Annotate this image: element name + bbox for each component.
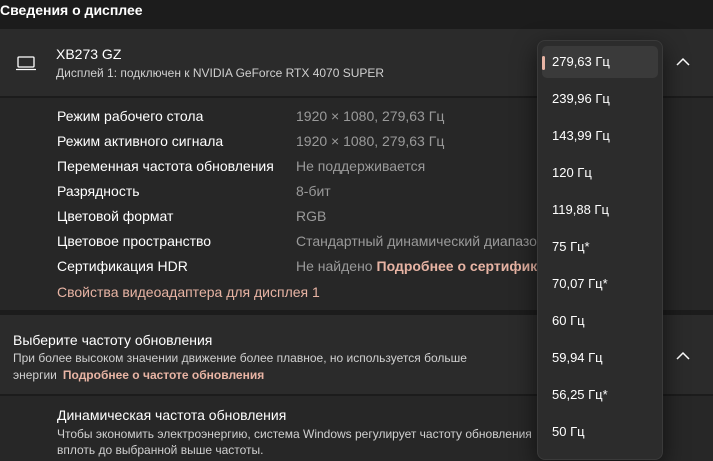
monitor-icon bbox=[16, 56, 36, 71]
chevron-up-icon[interactable] bbox=[676, 57, 690, 67]
info-value-signal-mode: 1920 × 1080, 279,63 Гц bbox=[296, 133, 445, 149]
dynamic-refresh-description: Чтобы экономить электроэнергию, система … bbox=[57, 427, 532, 457]
info-value-hdr: Не найдено Подробнее о сертифика bbox=[296, 258, 545, 274]
dynamic-refresh-title: Динамическая частота обновления bbox=[57, 407, 287, 423]
adapter-properties-link[interactable]: Свойства видеоадаптера для дисплея 1 bbox=[57, 284, 320, 300]
hdr-status: Не найдено bbox=[296, 258, 373, 274]
hdr-learn-more-link[interactable]: Подробнее о сертифика bbox=[377, 258, 545, 274]
refresh-option[interactable]: 59,94 Гц bbox=[542, 342, 658, 374]
info-label-color-space: Цветовое пространство bbox=[57, 233, 212, 249]
info-label-color-format: Цветовой формат bbox=[57, 208, 174, 224]
selection-indicator bbox=[542, 56, 545, 70]
info-label-desktop-mode: Режим рабочего стола bbox=[57, 108, 204, 124]
refresh-learn-more-link[interactable]: Подробнее о частоте обновления bbox=[63, 368, 264, 382]
refresh-option[interactable]: 239,96 Гц bbox=[542, 83, 658, 115]
info-label-vrr: Переменная частота обновления bbox=[57, 158, 274, 174]
info-value-vrr: Не поддерживается bbox=[296, 158, 426, 174]
info-value-color-format: RGB bbox=[296, 208, 327, 224]
info-label-hdr: Сертификация HDR bbox=[57, 258, 188, 274]
refresh-option-selected[interactable]: 279,63 Гц bbox=[542, 46, 658, 78]
refresh-option[interactable]: 75 Гц* bbox=[542, 231, 658, 263]
refresh-option[interactable]: 50 Гц bbox=[542, 416, 658, 448]
refresh-rate-dropdown[interactable]: 279,63 Гц 239,96 Гц 143,99 Гц 120 Гц 119… bbox=[537, 40, 663, 460]
chevron-up-icon[interactable] bbox=[676, 351, 690, 361]
refresh-option[interactable]: 120 Гц bbox=[542, 157, 658, 189]
info-value-color-space: Стандартный динамический диапазо bbox=[296, 233, 537, 249]
refresh-option[interactable]: 143,99 Гц bbox=[542, 120, 658, 152]
monitor-name: XB273 GZ bbox=[56, 46, 122, 62]
info-value-desktop-mode: 1920 × 1080, 279,63 Гц bbox=[296, 108, 445, 124]
section-title: Сведения о дисплее bbox=[0, 2, 143, 18]
info-value-bit-depth: 8-бит bbox=[296, 183, 331, 199]
refresh-rate-description: При более высоком значении движение боле… bbox=[13, 350, 513, 384]
info-label-bit-depth: Разрядность bbox=[57, 183, 140, 199]
refresh-option[interactable]: 70,07 Гц* bbox=[542, 268, 658, 300]
refresh-option-label: 279,63 Гц bbox=[552, 54, 610, 69]
info-label-signal-mode: Режим активного сигнала bbox=[57, 133, 224, 149]
refresh-option[interactable]: 60 Гц bbox=[542, 305, 658, 337]
monitor-connection: Дисплей 1: подключен к NVIDIA GeForce RT… bbox=[56, 66, 385, 80]
refresh-rate-title: Выберите частоту обновления bbox=[13, 332, 213, 348]
refresh-option[interactable]: 119,88 Гц bbox=[542, 194, 658, 226]
refresh-option[interactable]: 56,25 Гц* bbox=[542, 379, 658, 411]
